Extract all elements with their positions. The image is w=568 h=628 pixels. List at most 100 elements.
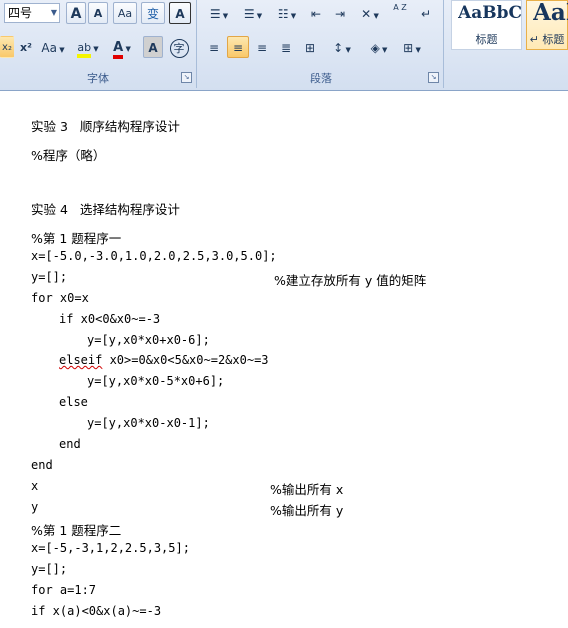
phonetic-guide-button[interactable]: 变	[141, 2, 165, 24]
code-fragment: x0>=0&x0<5&x0~=2&x0~=3	[102, 353, 269, 367]
code-line: y=[y,x0*x0-5*x0+6];	[87, 374, 225, 388]
character-border-button[interactable]: A	[169, 2, 191, 24]
font-size-value: 四号	[8, 6, 33, 20]
code-line: else	[59, 395, 88, 409]
subscript-button[interactable]: x₂	[0, 36, 14, 58]
change-case-icon: Aa	[41, 41, 57, 55]
heading-experiment-4: 实验 4 选择结构程序设计	[31, 202, 180, 217]
character-shading-button[interactable]: A	[143, 36, 163, 58]
font-group: 四号 ▼ A A Aa 变 A x₂ x² Aa ▼ ab ▼ A ▼ A 字 …	[0, 0, 197, 88]
shrink-font-button[interactable]: A	[88, 2, 108, 24]
line-spacing-icon: ↕	[333, 41, 344, 55]
code-line: if x(a)<0&x(a)~=-3	[31, 604, 162, 618]
phonetic-guide-icon: 变	[146, 7, 159, 21]
grow-font-button[interactable]: A	[66, 2, 86, 24]
code-line: if x0<0&x0~=-3	[59, 312, 161, 326]
paint-bucket-icon: ◈	[370, 41, 380, 55]
code-line: for x0=x	[31, 291, 89, 305]
align-center-icon: ≡	[232, 41, 244, 55]
character-shading-icon: A	[148, 41, 158, 55]
chinese-layout-button[interactable]: ✕ ▼	[354, 2, 386, 24]
code-line: x=[-5,-3,1,2,2.5,3,5];	[31, 541, 190, 555]
decrease-indent-button[interactable]: ⇤	[305, 2, 327, 24]
font-dialog-launcher-icon[interactable]: ↘	[181, 72, 192, 83]
distributed-icon: ⊞	[304, 41, 316, 55]
align-right-icon: ≡	[256, 41, 268, 55]
paragraph-mark-icon: ↵	[420, 7, 432, 21]
bullets-icon: ☰	[209, 7, 221, 21]
text-highlight-button[interactable]: ab ▼	[72, 36, 104, 58]
spelling-error-word[interactable]: elseif	[59, 353, 102, 367]
highlight-icon: ab	[77, 41, 92, 58]
numbering-icon: ☰	[243, 7, 255, 21]
align-left-icon: ≡	[208, 41, 220, 55]
justify-icon: ≣	[280, 41, 292, 55]
align-left-button[interactable]: ≡	[203, 36, 225, 58]
font-size-combo[interactable]: 四号 ▼	[4, 3, 60, 23]
code-line: x=[-5.0,-3.0,1.0,2.0,2.5,3.0,5.0];	[31, 249, 277, 263]
justify-button[interactable]: ≣	[275, 36, 297, 58]
code-comment: %输出所有 y	[270, 503, 344, 518]
superscript-button[interactable]: x²	[16, 36, 36, 58]
borders-button[interactable]: ⊞ ▼	[397, 36, 427, 58]
font-color-icon: A	[113, 40, 124, 59]
line-spacing-button[interactable]: ↕ ▼	[327, 36, 357, 58]
distributed-button[interactable]: ⊞	[299, 36, 321, 58]
multilevel-list-icon: ☷	[277, 7, 289, 21]
style-sample: AaBbC	[458, 3, 522, 23]
comment-line: %第 1 题程序一	[31, 231, 122, 246]
code-line: y=[y,x0*x0-x0-1];	[87, 416, 210, 430]
code-comment: %输出所有 x	[270, 482, 344, 497]
increase-indent-button[interactable]: ⇥	[329, 2, 351, 24]
comment-line: %程序（略）	[31, 148, 106, 163]
style-card-heading[interactable]: AaBbC 标题	[451, 0, 522, 50]
code-line: x	[31, 479, 39, 493]
ribbon: 四号 ▼ A A Aa 变 A x₂ x² Aa ▼ ab ▼ A ▼ A 字 …	[0, 0, 568, 91]
sort-icon: A Z	[393, 3, 407, 12]
align-right-button[interactable]: ≡	[251, 36, 273, 58]
code-line: for a=1:7	[31, 583, 97, 597]
style-name: 标题	[475, 33, 498, 46]
align-center-button[interactable]: ≡	[227, 36, 249, 58]
bullets-button[interactable]: ☰ ▼	[203, 2, 235, 24]
font-color-button[interactable]: A ▼	[106, 36, 138, 59]
code-line: end	[31, 458, 53, 472]
clear-format-icon: Aa	[117, 7, 133, 20]
increase-indent-icon: ⇥	[334, 7, 346, 21]
style-card-heading-1[interactable]: AaI ↵ 标题	[526, 0, 568, 50]
clear-format-button[interactable]: Aa	[113, 2, 137, 24]
code-line: y=[];	[31, 270, 68, 284]
code-line: y=[y,x0*x0+x0-6];	[87, 333, 210, 347]
enclose-characters-icon: 字	[169, 39, 189, 58]
code-line: end	[59, 437, 81, 451]
code-line: elseif x0>=0&x0<5&x0~=2&x0~=3	[59, 353, 269, 367]
change-case-button[interactable]: Aa ▼	[39, 36, 67, 58]
paragraph-group-label: 段落	[310, 72, 332, 85]
document-page[interactable]: 实验 3 顺序结构程序设计 %程序（略） 实验 4 选择结构程序设计 %第 1 …	[0, 91, 568, 628]
grow-font-icon: A	[70, 6, 82, 22]
decrease-indent-icon: ⇤	[310, 7, 322, 21]
multilevel-list-button[interactable]: ☷ ▼	[271, 2, 303, 24]
paragraph-dialog-launcher-icon[interactable]: ↘	[428, 72, 439, 83]
code-comment: %建立存放所有 y 值的矩阵	[274, 273, 427, 288]
shading-button[interactable]: ◈ ▼	[363, 36, 395, 58]
numbering-button[interactable]: ☰ ▼	[237, 2, 269, 24]
shrink-font-icon: A	[93, 7, 103, 20]
chinese-layout-icon: ✕	[361, 7, 372, 21]
code-line: y=[];	[31, 562, 68, 576]
enclose-characters-button[interactable]: 字	[168, 36, 190, 58]
superscript-icon: x²	[20, 41, 32, 54]
character-border-icon: A	[175, 7, 185, 21]
style-sample: AaI	[533, 0, 568, 26]
subscript-icon: x₂	[2, 42, 12, 53]
code-line: y	[31, 500, 39, 514]
heading-experiment-3: 实验 3 顺序结构程序设计	[31, 119, 180, 134]
font-group-label: 字体	[87, 72, 109, 85]
sort-button[interactable]: A Z	[388, 2, 412, 24]
chevron-down-icon: ▼	[50, 8, 57, 17]
comment-line: %第 1 题程序二	[31, 523, 122, 538]
show-marks-button[interactable]: ↵	[415, 2, 437, 24]
style-name: ↵ 标题	[529, 33, 565, 46]
borders-icon: ⊞	[403, 41, 414, 55]
paragraph-group: ☰ ▼ ☰ ▼ ☷ ▼ ⇤ ⇥ ✕ ▼ A Z ↵ ≡ ≡ ≡ ≣ ⊞ ↕ ▼ …	[199, 0, 444, 88]
